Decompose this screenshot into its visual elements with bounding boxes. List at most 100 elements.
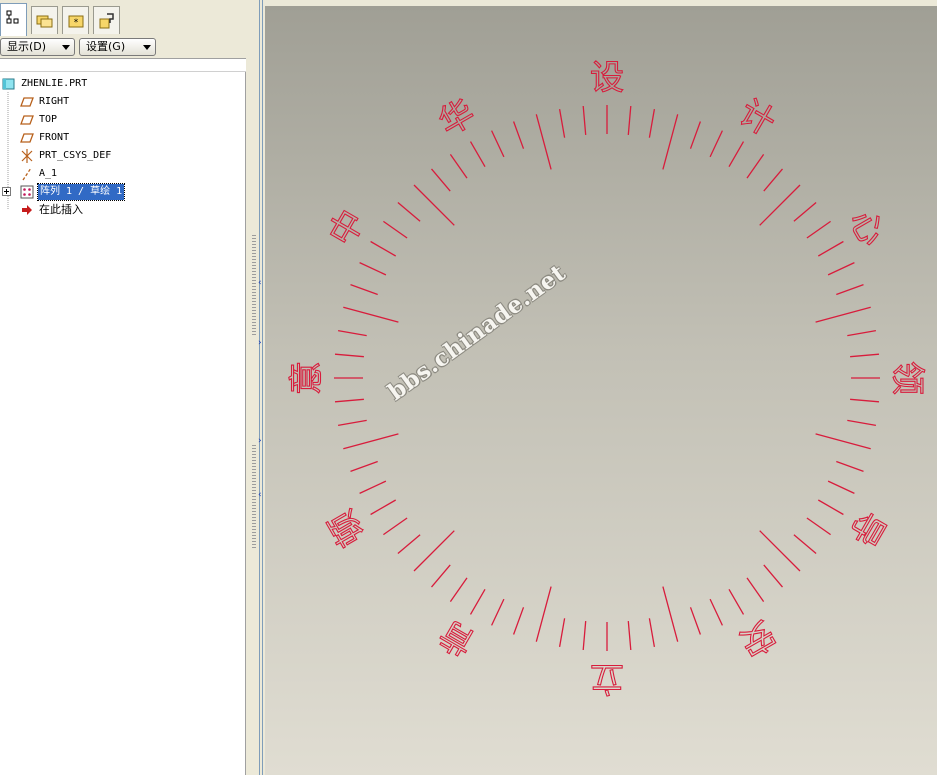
datum-plane-icon [20,133,34,143]
show-dropdown-button[interactable]: 显示(D) [0,38,75,56]
insert-here-arrow-icon [22,205,32,215]
dial-tick [337,419,367,427]
chevron-down-icon [62,45,70,50]
dial-major-tick [535,586,552,642]
show-dropdown-label: 显示(D) [7,40,47,53]
dial-tick [689,607,702,635]
tab-folder-browser[interactable] [31,6,58,34]
settings-dropdown-button[interactable]: 设置(G) [79,38,156,56]
dial-major-tick [759,184,801,226]
dial-tick [431,564,451,588]
collapse-left-icon[interactable]: ‹ [258,278,262,288]
tree-item-label: A_1 [39,168,58,179]
dial-tick [709,130,723,158]
dial-tick [728,141,745,168]
dial-tick [847,419,877,427]
folder-browser-icon [36,15,53,28]
dial-major-tick [413,530,455,572]
dial-tick [582,621,587,651]
part-icon [2,78,15,90]
dial-tick [836,460,864,473]
svg-text:*: * [74,18,79,28]
dial-tick [746,154,765,179]
expand-right-icon[interactable]: › [258,338,262,348]
dial-tick [689,121,702,149]
dial-tick [397,202,421,222]
dial-tick [449,577,468,602]
tree-item-label: 在此插入 [39,203,83,216]
dial-major-tick [662,586,679,642]
model-tree: ZHENLIE.PRT RIGHT TOP FRONT PRT_CSYS_DEF… [0,72,246,775]
splitter-rail [262,0,263,775]
pattern-icon [20,185,34,199]
tree-column-header [0,58,246,72]
dial-tick [370,240,397,257]
tree-item-label: FRONT [39,132,70,143]
dial-tick [582,105,587,135]
dial-tick [763,168,783,192]
dial-tick [728,588,745,615]
dial-character: 领 [887,361,927,395]
dial-character: 导 [841,503,893,552]
model-tree-panel: * 显示(D) 设置(G) ZHENLIE.PRT RIGHT TOP FRON… [0,0,248,775]
datum-plane-icon [20,97,34,107]
dial-tick [350,283,378,296]
dial-tick [512,607,525,635]
dial-tick [836,283,864,296]
splitter-rail [259,0,260,775]
dial-character: 肯 [432,612,481,664]
dial-tick [648,108,656,138]
dial-tick [763,564,783,588]
datum-plane-icon [20,115,34,125]
dial-tick [847,329,877,337]
dial-tick [793,202,817,222]
dial-character: 安 [732,612,781,664]
dial-tick [850,398,880,403]
connections-icon [99,13,114,29]
dial-major-tick [343,433,399,450]
tree-item-label: PRT_CSYS_DEF [39,150,112,161]
dial-tick [370,499,397,516]
tab-model-tree[interactable] [0,3,27,36]
dial-tick [383,517,408,536]
dial-major-tick [815,306,871,323]
panel-splitter[interactable]: ‹ › › ‹ [248,0,265,775]
splitter-grip[interactable] [252,235,256,335]
dial-major-tick [815,433,871,450]
dial-tick [709,598,723,626]
dial-character: 立 [590,658,624,698]
dial-tick [491,130,505,158]
dial-tick [334,398,364,403]
dial-tick [827,480,855,494]
tab-favorites[interactable]: * [62,6,89,34]
dial-major-tick [759,530,801,572]
sketch-pattern-dial: 中 华 设计心领导安立 肯 顿 意 [286,57,927,698]
dial-tick [431,168,451,192]
expand-right-icon[interactable]: › [258,436,262,446]
expand-plus-icon[interactable] [2,187,11,196]
dial-tick [491,598,505,626]
tab-connections[interactable] [93,6,120,34]
dial-tick [512,121,525,149]
splitter-grip[interactable] [252,445,256,550]
dial-major-tick [662,114,679,170]
dial-tick [469,588,486,615]
dial-major-tick [413,184,455,226]
dial-character: 计 [732,92,781,144]
dial-tick [648,618,656,648]
dial-tick [817,499,844,516]
dial-tick [469,141,486,168]
model-tree-toolbar: 显示(D) 设置(G) [0,37,248,57]
collapse-left-icon[interactable]: ‹ [258,490,262,500]
dial-character: 华 [432,92,481,144]
graphics-window[interactable]: 中华设计心领导安立肯顿意 bbs.chinade.net [265,6,937,775]
chevron-down-icon [143,45,151,50]
tree-item-label: 阵列 1 / 草绘 1 [36,183,126,201]
dial-character: 意 [287,361,327,395]
tree-item-label: ZHENLIE.PRT [21,78,88,89]
favorites-icon: * [68,15,84,28]
dial-tick [337,329,367,337]
dial-tick [449,154,468,179]
dial-character: 设 [590,58,624,98]
dial-tick [793,534,817,554]
